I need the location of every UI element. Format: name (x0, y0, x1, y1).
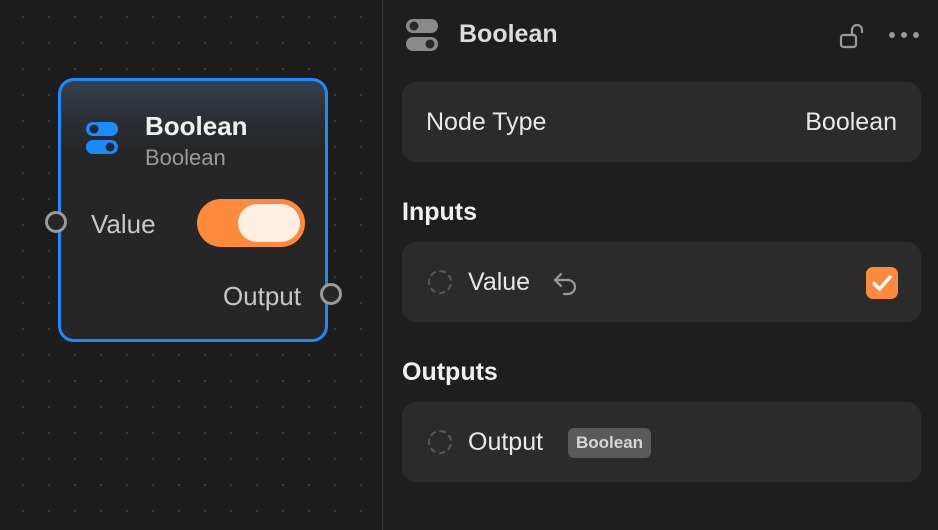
output-label: Output (468, 428, 544, 456)
inspector-title: Boolean (459, 20, 558, 48)
input-connector[interactable] (428, 270, 452, 294)
toggle-icon (405, 18, 439, 52)
unlock-icon[interactable] (839, 22, 867, 50)
node-type-label: Node Type (426, 108, 547, 136)
check-icon (872, 275, 892, 291)
boolean-node[interactable]: Boolean Boolean Value Output (58, 78, 328, 342)
node-type-row: Node Type Boolean (402, 82, 921, 162)
input-label: Value (468, 268, 531, 296)
output-connector[interactable] (428, 430, 452, 454)
graph-canvas[interactable]: Boolean Boolean Value Output (0, 0, 382, 530)
output-row: Output Boolean (402, 402, 921, 482)
toggle-icon (85, 121, 119, 155)
outputs-heading: Outputs (402, 358, 498, 386)
node-type-value: Boolean (805, 108, 897, 136)
reset-icon[interactable] (552, 270, 580, 296)
value-checkbox[interactable] (866, 267, 898, 299)
value-toggle[interactable] (197, 199, 305, 247)
node-output-label: Output (222, 281, 301, 311)
inputs-heading: Inputs (402, 198, 477, 226)
node-subtitle: Boolean (145, 145, 226, 170)
type-badge: Boolean (568, 428, 652, 458)
node-input-label: Value (91, 209, 156, 239)
toggle-knob (238, 204, 300, 242)
input-row-value: Value (402, 242, 921, 322)
more-horizontal-icon[interactable] (887, 24, 921, 46)
inspector-panel: Boolean Node Type Boolean Inputs Value O… (383, 0, 938, 530)
node-title: Boolean (145, 111, 248, 141)
output-port[interactable] (320, 283, 342, 305)
input-port[interactable] (45, 211, 67, 233)
